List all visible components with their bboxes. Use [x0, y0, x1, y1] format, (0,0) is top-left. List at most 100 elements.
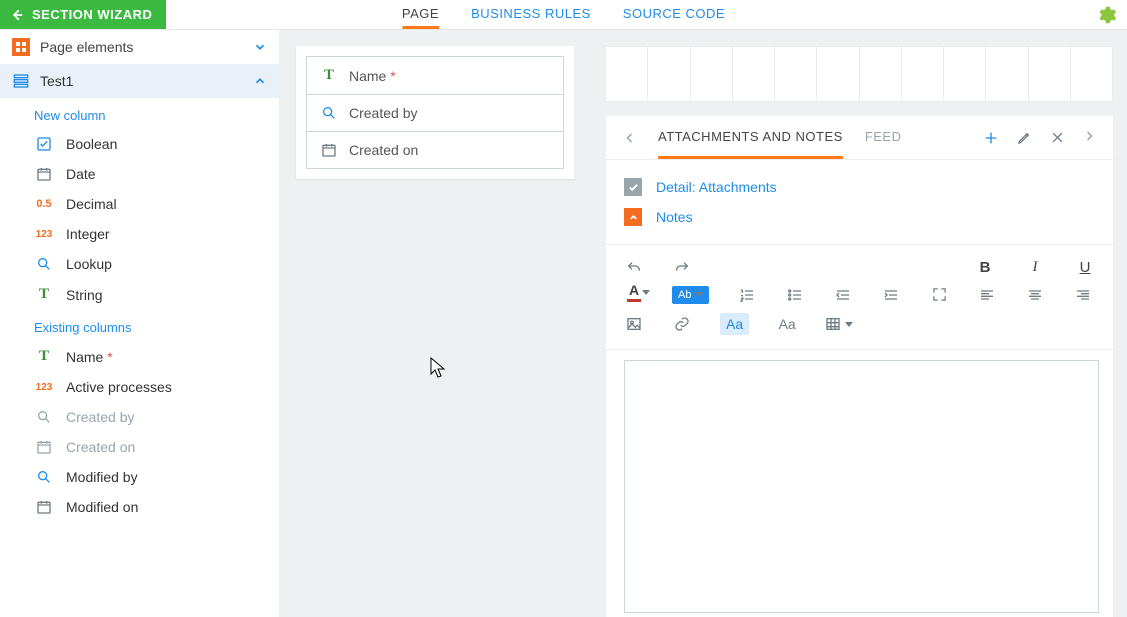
image-icon	[626, 316, 642, 332]
redo-button[interactable]	[672, 260, 692, 276]
right-panel: ATTACHMENTS AND NOTES FEED	[590, 30, 1127, 617]
delete-tab-button[interactable]	[1050, 130, 1065, 146]
expand-icon	[932, 287, 947, 302]
tab-source-code[interactable]: SOURCE CODE	[623, 0, 725, 29]
column-label: Lookup	[66, 256, 112, 272]
underline-button[interactable]: U	[1075, 259, 1095, 276]
outdent-icon	[835, 287, 851, 303]
align-center-icon	[1027, 287, 1043, 303]
column-type-decimal[interactable]: 0.5Decimal	[0, 189, 279, 219]
existing-columns-title: Existing columns	[0, 310, 279, 341]
highlight-button[interactable]: Ab	[672, 286, 709, 304]
lookup-icon	[34, 469, 54, 485]
main-tabs: PAGE BUSINESS RULES SOURCE CODE	[402, 0, 725, 29]
tab-attachments-and-notes[interactable]: ATTACHMENTS AND NOTES	[658, 116, 843, 159]
align-right-button[interactable]	[1073, 287, 1093, 303]
lookup-icon	[34, 409, 54, 425]
column-label: String	[66, 287, 103, 303]
field-label: Name *	[349, 68, 396, 84]
detail-row-attachments[interactable]: Detail: Attachments	[624, 172, 1095, 202]
tab-feed[interactable]: FEED	[865, 116, 902, 159]
sidebar-page-elements-header[interactable]: Page elements	[0, 30, 279, 64]
italic-button[interactable]: I	[1025, 259, 1045, 276]
column-label: Modified on	[66, 499, 138, 515]
column-type-date[interactable]: Date	[0, 159, 279, 189]
existing-column-modified-by[interactable]: Modified by	[0, 462, 279, 492]
chevron-up-icon	[624, 208, 642, 226]
date-icon	[34, 499, 54, 515]
sidebar-section-header[interactable]: Test1	[0, 64, 279, 98]
text-icon: T	[319, 67, 339, 84]
date-icon	[34, 439, 54, 455]
detail-label: Notes	[656, 209, 693, 225]
tab-strip: ATTACHMENTS AND NOTES FEED	[606, 116, 1113, 160]
caret-down-icon	[845, 322, 853, 327]
tab-nav-right[interactable]	[1083, 130, 1095, 146]
list-ol-icon	[739, 287, 755, 303]
unordered-list-button[interactable]	[785, 287, 805, 303]
insert-image-button[interactable]	[624, 316, 644, 332]
canvas-field-name[interactable]: T Name *	[306, 56, 564, 95]
tab-container: ATTACHMENTS AND NOTES FEED	[606, 116, 1113, 617]
existing-column-modified-on[interactable]: Modified on	[0, 492, 279, 522]
topbar: SECTION WIZARD PAGE BUSINESS RULES SOURC…	[0, 0, 1127, 30]
tab-page[interactable]: PAGE	[402, 0, 439, 29]
lookup-icon	[34, 256, 54, 272]
content: Page elements Test1 New column BooleanDa…	[0, 30, 1127, 617]
insert-table-button[interactable]	[825, 316, 853, 332]
column-label: Date	[66, 166, 96, 182]
column-type-string[interactable]: T String	[0, 279, 279, 310]
column-label: Active processes	[66, 379, 172, 395]
detail-label: Detail: Attachments	[656, 179, 777, 195]
page-elements-icon	[12, 38, 30, 56]
integer-icon: 123	[34, 229, 54, 240]
detail-list: Detail: Attachments Notes	[606, 160, 1113, 244]
column-label: Name *	[66, 349, 113, 365]
canvas: T Name * Created byCreated on	[280, 30, 590, 617]
align-center-button[interactable]	[1025, 287, 1045, 303]
undo-button[interactable]	[624, 260, 644, 276]
notes-editor[interactable]	[624, 360, 1099, 613]
text-icon: T	[34, 286, 54, 303]
existing-column-name[interactable]: T Name *	[0, 341, 279, 372]
font-size-button[interactable]: Aa	[720, 313, 749, 335]
canvas-field-created-by[interactable]: Created by	[306, 94, 564, 132]
chevron-right-icon	[1083, 130, 1095, 142]
column-type-lookup[interactable]: Lookup	[0, 249, 279, 279]
existing-column-created-by: Created by	[0, 402, 279, 432]
outdent-button[interactable]	[833, 287, 853, 303]
grid-placeholder[interactable]	[606, 46, 1113, 102]
bold-button[interactable]: B	[975, 259, 995, 276]
existing-column-active-processes[interactable]: 123Active processes	[0, 372, 279, 402]
column-label: Boolean	[66, 136, 117, 152]
align-right-icon	[1075, 287, 1091, 303]
rich-text-toolbar: B I U A Ab	[606, 244, 1113, 350]
decimal-icon: 0.5	[34, 198, 54, 210]
tab-nav-left[interactable]	[624, 132, 636, 144]
column-type-integer[interactable]: 123Integer	[0, 219, 279, 249]
add-tab-button[interactable]	[983, 130, 999, 146]
text-icon: T	[34, 348, 54, 365]
font-color-button[interactable]: A	[624, 282, 644, 307]
column-type-boolean[interactable]: Boolean	[0, 129, 279, 159]
canvas-field-created-on[interactable]: Created on	[306, 131, 564, 169]
align-left-button[interactable]	[977, 287, 997, 303]
edit-tab-button[interactable]	[1017, 130, 1032, 146]
fullscreen-button[interactable]	[929, 287, 949, 302]
settings-button[interactable]	[1095, 4, 1117, 26]
section-label: Test1	[40, 73, 73, 89]
ordered-list-button[interactable]	[737, 287, 757, 303]
indent-button[interactable]	[881, 287, 901, 303]
detail-row-notes[interactable]: Notes	[624, 202, 1095, 232]
existing-column-created-on: Created on	[0, 432, 279, 462]
font-family-button[interactable]: Aa	[777, 316, 797, 332]
field-card: T Name * Created byCreated on	[296, 46, 574, 179]
list-ul-icon	[787, 287, 803, 303]
section-icon	[12, 72, 30, 90]
back-button[interactable]: SECTION WIZARD	[0, 0, 166, 29]
tab-business-rules[interactable]: BUSINESS RULES	[471, 0, 591, 29]
date-icon	[319, 142, 339, 158]
plus-icon	[983, 130, 999, 146]
insert-link-button[interactable]	[672, 316, 692, 332]
column-label: Created by	[66, 409, 134, 425]
